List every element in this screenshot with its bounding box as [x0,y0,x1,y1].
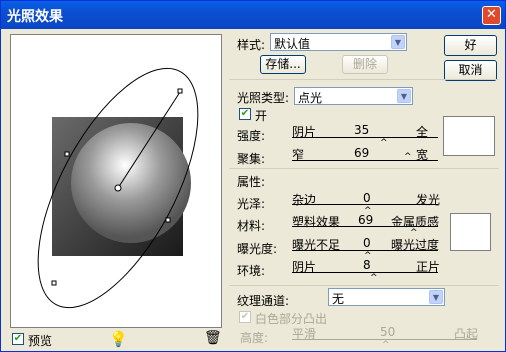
ambience-slider-track[interactable] [292,272,438,273]
height-value: 50 [380,325,396,339]
texture-channel-label: 纹理通道: [237,294,290,308]
light-type-value: 点光 [298,91,323,105]
intensity-slider-track[interactable] [292,137,438,138]
chevron-down-icon: ▼ [429,290,443,304]
light-sphere [71,123,191,243]
texture-channel-select[interactable]: 无 ▼ [328,288,445,306]
delete-button[interactable]: 删除 [342,55,388,74]
intensity-slider-thumb[interactable]: ^ [380,139,388,148]
divider [229,168,499,169]
material-label: 材料: [237,219,266,233]
white-high-label: 白色部分凸出 [255,312,328,326]
exposure-label: 曝光度: [237,242,278,256]
properties-label: 属性: [237,175,266,189]
divider [229,79,499,80]
light-handle-bottom[interactable] [51,280,57,286]
light-handle-top[interactable] [177,88,183,94]
preview-canvas[interactable] [11,35,221,327]
ambience-color-swatch[interactable] [450,213,491,251]
window-title: 光照效果 [7,9,63,25]
height-label: 高度: [240,331,269,345]
light-on-label: 开 [255,109,268,123]
style-value: 默认值 [274,37,311,51]
trash-icon[interactable]: 🗑 [204,330,222,346]
chevron-down-icon: ▼ [397,89,411,103]
close-button[interactable]: ✕ [482,6,501,25]
preview-label: 预览 [28,334,53,348]
light-handle-left[interactable] [64,151,70,157]
ambience-value: 8 [363,258,371,272]
light-on-checkbox[interactable]: ✔ [239,108,251,120]
intensity-value: 35 [354,123,370,137]
focus-value: 69 [354,146,370,160]
gloss-min-label: 杂边 [292,193,317,207]
material-slider-track[interactable] [292,226,438,227]
style-select[interactable]: 默认值 ▼ [270,33,407,51]
title-bar: 光照效果 ✕ [1,1,505,29]
height-slider-thumb[interactable]: ^ [382,341,390,350]
light-type-label: 光照类型: [237,91,290,105]
ambience-slider-thumb[interactable]: ^ [370,274,378,283]
material-value: 69 [358,213,374,227]
gloss-slider-track[interactable] [292,204,438,205]
divider [229,285,499,286]
ambience-label: 环境: [237,264,266,278]
preview-checkbox[interactable]: ✔ [12,333,24,345]
focus-slider-track[interactable] [292,160,438,161]
preview-area[interactable] [10,34,222,328]
focus-slider-thumb[interactable]: ^ [404,153,412,162]
gloss-value: 0 [363,191,371,205]
gloss-label: 光泽: [237,197,266,211]
light-type-select[interactable]: 点光 ▼ [294,87,413,105]
light-handle-right[interactable] [165,217,171,223]
save-button[interactable]: 存储... [260,55,306,74]
style-label: 样式: [237,38,266,52]
focus-label: 聚集: [237,152,266,166]
light-color-swatch[interactable] [443,116,495,156]
cancel-button[interactable]: 取消 [444,60,497,81]
chevron-down-icon: ▼ [391,35,405,49]
lightbulb-icon[interactable]: 💡 [109,330,128,348]
exposure-value: 0 [363,236,371,250]
white-high-checkbox[interactable]: ✔ [239,311,251,323]
intensity-label: 强度: [237,129,266,143]
gloss-max-label: 发光 [416,193,441,207]
texture-channel-value: 无 [332,292,345,306]
lighting-effects-dialog: 光照效果 ✕ ✔ 预览 💡 🗑 样式: 默认值 ▼ 存储... 删除 好 取消 … [0,0,506,352]
material-min-label: 塑料效果 [292,215,341,229]
ok-button[interactable]: 好 [444,35,497,56]
light-center-handle[interactable] [114,184,122,192]
